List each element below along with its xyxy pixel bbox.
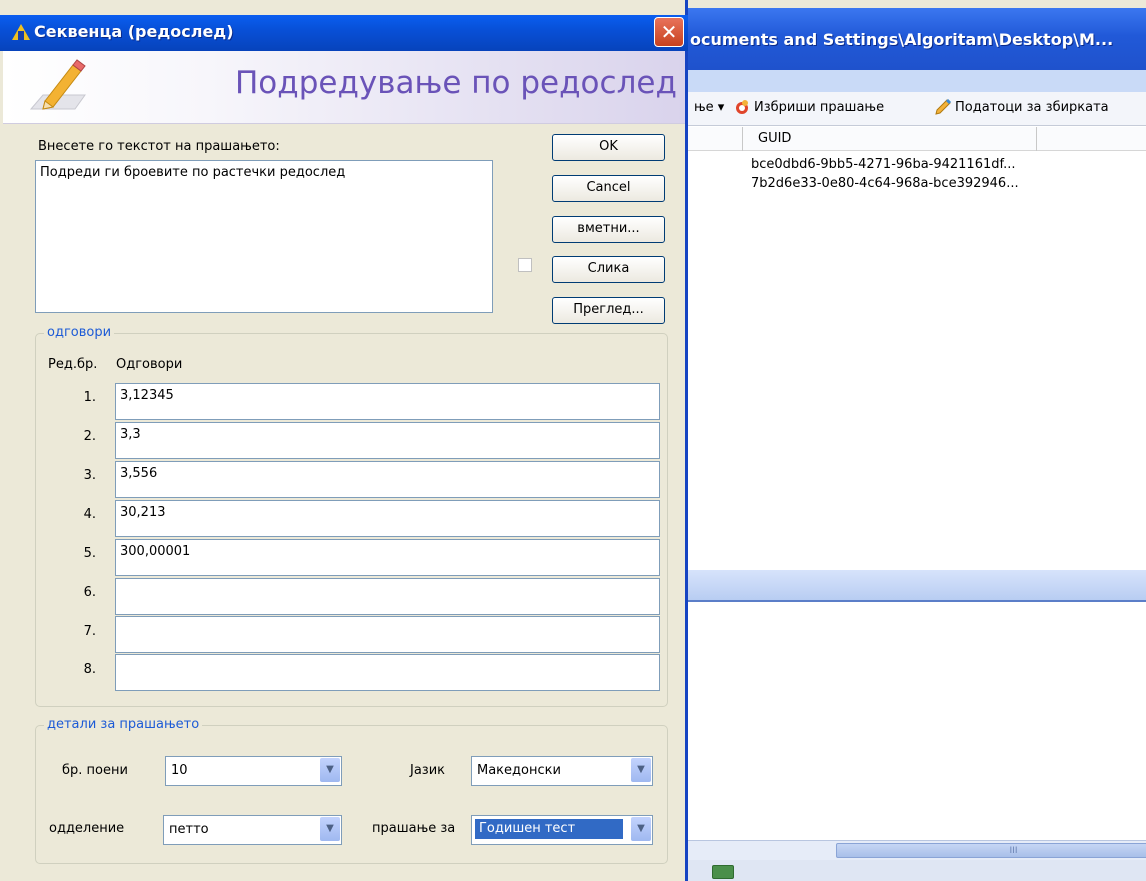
- background-window-menubar: [686, 70, 1146, 92]
- chevron-down-icon[interactable]: ▼: [631, 817, 651, 841]
- language-select-value: Македонски: [477, 763, 561, 778]
- delete-question-button[interactable]: Избриши прашање: [754, 100, 884, 115]
- sequence-dialog: Секвенца (редослед) ✕ Подредување по ред…: [0, 0, 688, 881]
- horizontal-scrollbar[interactable]: III: [686, 840, 1146, 860]
- grade-select[interactable]: петто ▼: [163, 815, 342, 845]
- answer-input-2[interactable]: 3,3: [115, 422, 660, 459]
- column-header-guid[interactable]: GUID: [758, 131, 791, 146]
- answer-input-1[interactable]: 3,12345: [115, 383, 660, 420]
- answers-group-title: одговори: [44, 325, 115, 340]
- app-logo-icon-center: [18, 31, 24, 40]
- picture-checkbox[interactable]: [518, 258, 532, 272]
- taskbar: [686, 860, 1146, 881]
- answer-input-5[interactable]: 300,00001: [115, 539, 660, 576]
- language-label: Јазик: [410, 763, 446, 778]
- answer-input-4[interactable]: 30,213: [115, 500, 660, 537]
- table-header: GUID: [686, 127, 1146, 151]
- answer-number: 1.: [83, 390, 96, 405]
- dialog-title: Секвенца (редослед): [34, 22, 234, 41]
- answer-number: 5.: [83, 546, 96, 561]
- answer-number: 8.: [83, 662, 96, 677]
- column-label-number: Ред.бр.: [48, 357, 98, 372]
- question-for-select[interactable]: Годишен тест ▼: [471, 815, 653, 845]
- points-select[interactable]: 10 ▼: [165, 756, 342, 786]
- delete-icon: [734, 98, 750, 120]
- answer-input-3[interactable]: 3,556: [115, 461, 660, 498]
- background-toolbar: ње ▾ Избриши прашање Податоци за збиркат…: [686, 92, 1146, 126]
- language-select[interactable]: Македонски ▼: [471, 756, 653, 786]
- question-label: Внесете го текстот на прашањето:: [38, 139, 280, 154]
- question-for-select-value: Годишен тест: [474, 818, 624, 840]
- answer-input-6[interactable]: [115, 578, 660, 615]
- collection-data-button[interactable]: Податоци за збирката: [955, 100, 1109, 115]
- dialog-titlebar[interactable]: Секвенца (редослед) ✕: [0, 15, 688, 51]
- edit-icon: [934, 98, 952, 120]
- table-row[interactable]: bce0dbd6-9bb5-4271-96ba-9421161df...: [751, 157, 1016, 172]
- question-text-area[interactable]: Подреди ги броевите по растечки редослед: [35, 160, 493, 313]
- points-label: бр. поени: [62, 763, 128, 778]
- points-select-value: 10: [171, 763, 188, 778]
- cancel-button[interactable]: Cancel: [552, 175, 665, 202]
- answer-number: 2.: [83, 429, 96, 444]
- taskbar-app-icon[interactable]: [712, 865, 734, 879]
- close-button[interactable]: ✕: [654, 17, 684, 47]
- details-group-title: детали за прашањето: [44, 717, 203, 732]
- answer-number: 4.: [83, 507, 96, 522]
- insert-button[interactable]: вметни...: [552, 216, 665, 243]
- answer-number: 3.: [83, 468, 96, 483]
- column-label-answers: Одговори: [116, 357, 183, 372]
- answer-number: 6.: [83, 585, 96, 600]
- dialog-banner: Подредување по редослед: [3, 51, 685, 124]
- grade-select-value: петто: [169, 822, 209, 837]
- answer-input-8[interactable]: [115, 654, 660, 691]
- toolbar-dropdown-item[interactable]: ње ▾: [694, 100, 724, 115]
- picture-button[interactable]: Слика: [552, 256, 665, 283]
- chevron-down-icon[interactable]: ▼: [320, 817, 340, 841]
- answer-number: 7.: [83, 624, 96, 639]
- question-for-label: прашање за: [372, 821, 456, 836]
- background-panel-header: [686, 570, 1146, 602]
- answer-input-7[interactable]: [115, 616, 660, 653]
- chevron-down-icon[interactable]: ▼: [320, 758, 340, 782]
- ok-button[interactable]: OK: [552, 134, 665, 161]
- grade-label: одделение: [49, 821, 125, 836]
- background-window-title: ocuments and Settings\Algoritam\Desktop\…: [690, 30, 1114, 49]
- pencil-icon: [29, 59, 86, 110]
- banner-title: Подредување по редослед: [235, 65, 677, 101]
- preview-button[interactable]: Преглед...: [552, 297, 665, 324]
- background-window-titlebar[interactable]: ocuments and Settings\Algoritam\Desktop\…: [686, 8, 1146, 70]
- table-row[interactable]: 7b2d6e33-0e80-4c64-968a-bce392946...: [751, 176, 1019, 191]
- chevron-down-icon[interactable]: ▼: [631, 758, 651, 782]
- scrollbar-thumb[interactable]: III: [836, 843, 1146, 858]
